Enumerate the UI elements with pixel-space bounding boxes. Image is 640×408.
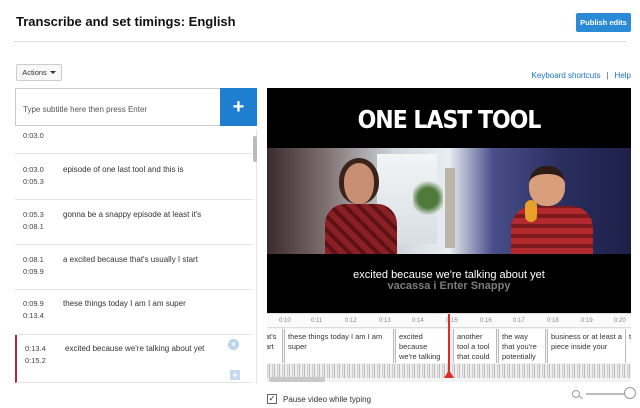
subtitle-start-time[interactable]: 0:13.4 bbox=[25, 343, 46, 355]
subtitle-times: 0:09.9 0:13.4 bbox=[23, 298, 44, 322]
subtitle-text: a excited because that's usually I start bbox=[63, 255, 198, 264]
timeline-tick: 0:17 bbox=[513, 318, 525, 324]
subtitle-end-time[interactable]: 0:15.2 bbox=[25, 355, 46, 367]
background-lamp bbox=[445, 168, 455, 248]
subtitle-start-time: 0:08.1 bbox=[23, 255, 44, 264]
host-right bbox=[507, 166, 597, 254]
subtitle-start-time: 0:03.0 bbox=[23, 165, 44, 174]
subtitle-end-time: 0:03.0 bbox=[23, 131, 44, 140]
timeline-tick: 0:16 bbox=[480, 318, 492, 324]
pause-while-typing-label: Pause video while typing bbox=[283, 394, 372, 404]
link-separator: | bbox=[606, 71, 609, 80]
timeline[interactable]: 0:10 0:11 0:12 0:13 0:14 0:15 0:16 0:17 … bbox=[267, 313, 631, 382]
timeline-tick: 0:14 bbox=[412, 318, 424, 324]
timeline-tick: 0:13 bbox=[379, 318, 391, 324]
timeline-tick: 0:18 bbox=[547, 318, 559, 324]
keyboard-shortcuts-link[interactable]: Keyboard shortcuts bbox=[532, 71, 601, 80]
close-icon[interactable]: × bbox=[228, 339, 239, 350]
zoom-control bbox=[572, 387, 636, 399]
host-left bbox=[325, 152, 397, 254]
video-player[interactable]: ONE LAST TOOL excited because we're talk… bbox=[267, 88, 631, 313]
actions-label: Actions bbox=[22, 68, 47, 77]
subtitle-start-time: 0:05.3 bbox=[23, 210, 44, 219]
help-link[interactable]: Help bbox=[615, 71, 631, 80]
subtitle-input[interactable] bbox=[16, 89, 220, 125]
header-divider bbox=[14, 41, 626, 42]
subtitle-times: 0:13.4 0:15.2 bbox=[25, 343, 46, 367]
chevron-down-icon bbox=[49, 71, 56, 74]
subtitle-end-time: 0:05.3 bbox=[23, 177, 44, 186]
zoom-icon bbox=[572, 390, 580, 398]
timeline-tick: 0:19 bbox=[581, 318, 593, 324]
timeline-tick: 0:20 bbox=[614, 318, 626, 324]
subtitle-start-time: 0:09.9 bbox=[23, 299, 44, 308]
zoom-slider[interactable] bbox=[586, 387, 636, 399]
timeline-tick: 0:11 bbox=[311, 318, 323, 324]
subtitle-row[interactable]: 0:09.9 0:13.4 these things today I am I … bbox=[15, 290, 253, 335]
subtitle-input-box bbox=[15, 88, 221, 126]
help-links: Keyboard shortcuts | Help bbox=[532, 71, 631, 80]
pause-while-typing-option[interactable]: ✓ Pause video while typing bbox=[267, 394, 371, 404]
video-title-overlay: ONE LAST TOOL bbox=[357, 106, 542, 135]
timeline-segment[interactable]: to bbox=[625, 329, 631, 363]
subtitle-times: 0:03.0 bbox=[23, 130, 44, 142]
microphone bbox=[525, 200, 537, 222]
subtitle-times: 0:08.1 0:09.9 bbox=[23, 254, 44, 278]
page-title: Transcribe and set timings: English bbox=[16, 14, 236, 29]
subtitle-text: gonna be a snappy episode at least it's bbox=[63, 210, 202, 219]
subtitle-end-time: 0:13.4 bbox=[23, 311, 44, 320]
subtitle-row[interactable]: 0:05.3 0:08.1 gonna be a snappy episode … bbox=[15, 200, 253, 245]
timeline-segment[interactable]: these things today I am I am super bbox=[284, 329, 394, 363]
subtitle-row[interactable]: 0:03.0 0:05.3 episode of one last tool a… bbox=[15, 154, 253, 200]
playhead[interactable] bbox=[448, 314, 450, 378]
insert-row-icon[interactable]: + bbox=[230, 370, 240, 380]
timeline-segment[interactable]: another tool a tool that could bbox=[453, 329, 497, 363]
timeline-scrollbar[interactable] bbox=[269, 377, 325, 382]
publish-edits-button[interactable]: Publish edits bbox=[576, 13, 631, 32]
list-scrollbar[interactable] bbox=[253, 136, 257, 162]
video-caption-ghost: vacassa i Enter Snappy bbox=[387, 280, 511, 292]
timeline-segment[interactable]: the way that you're potentially bbox=[498, 329, 546, 363]
timeline-tick: 0:10 bbox=[279, 318, 291, 324]
subtitle-times: 0:03.0 0:05.3 bbox=[23, 164, 44, 188]
timeline-segment[interactable]: at's art bbox=[267, 329, 283, 363]
pause-while-typing-checkbox[interactable]: ✓ bbox=[267, 394, 277, 404]
subtitle-text: these things today I am I am super bbox=[63, 299, 186, 308]
background-plant bbox=[413, 178, 443, 218]
subtitle-row[interactable]: 0:03.0 bbox=[15, 130, 253, 154]
subtitle-editor: Transcribe and set timings: English Publ… bbox=[0, 0, 640, 408]
timeline-segment[interactable]: business or at least a piece inside your bbox=[547, 329, 627, 363]
actions-dropdown[interactable]: Actions bbox=[16, 64, 62, 81]
subtitle-end-time: 0:08.1 bbox=[23, 222, 44, 231]
video-frame bbox=[267, 148, 631, 254]
subtitle-text[interactable]: excited because we're talking about yet bbox=[65, 344, 204, 353]
subtitle-text: episode of one last tool and this is bbox=[63, 165, 184, 174]
add-subtitle-button[interactable]: + bbox=[220, 88, 257, 126]
subtitle-row-active[interactable]: 0:13.4 0:15.2 excited because we're talk… bbox=[15, 335, 253, 383]
subtitle-row[interactable]: 0:08.1 0:09.9 a excited because that's u… bbox=[15, 245, 253, 290]
subtitle-times: 0:05.3 0:08.1 bbox=[23, 209, 44, 233]
timeline-tick: 0:12 bbox=[345, 318, 357, 324]
zoom-slider-thumb[interactable] bbox=[624, 387, 636, 399]
subtitle-list: 0:03.0 0:03.0 0:05.3 episode of one last… bbox=[15, 130, 257, 383]
timeline-segment[interactable]: excited because we're talking about bbox=[395, 329, 449, 363]
subtitle-end-time: 0:09.9 bbox=[23, 267, 44, 276]
